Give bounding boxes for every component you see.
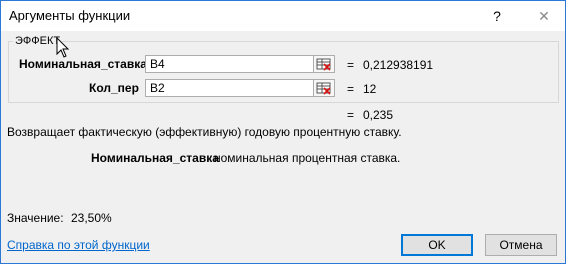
value-display: 23,50%: [71, 211, 112, 225]
arg2-equals: =: [347, 82, 355, 96]
title-bar: Аргументы функции ? ✕: [1, 1, 565, 31]
ok-button[interactable]: OK: [401, 234, 473, 256]
window-title: Аргументы функции: [9, 8, 131, 23]
range-select-icon: [316, 58, 331, 71]
periods-input[interactable]: B2: [145, 79, 315, 97]
nominal-rate-ref-button[interactable]: [313, 55, 335, 73]
result-equals: =: [347, 108, 355, 122]
function-arguments-dialog: Аргументы функции ? ✕ ЭФФЕКТ Номинальная…: [0, 0, 566, 264]
arg-label-nominal-rate: Номинальная_ставка: [19, 57, 147, 71]
nominal-rate-input[interactable]: B4: [145, 55, 315, 73]
value-label: Значение:: [7, 211, 64, 225]
arg1-result: 0,212938191: [363, 58, 434, 72]
close-button[interactable]: ✕: [531, 4, 557, 28]
function-description: Возвращает фактическую (эффективную) год…: [7, 125, 402, 139]
arg1-equals: =: [347, 58, 355, 72]
help-button[interactable]: ?: [485, 4, 509, 28]
close-icon: ✕: [538, 8, 550, 24]
range-select-icon: [316, 82, 331, 95]
periods-ref-button[interactable]: [313, 79, 335, 97]
help-link[interactable]: Справка по этой функции: [7, 238, 150, 252]
arg2-result: 12: [363, 82, 377, 96]
help-icon: ?: [493, 8, 501, 24]
cancel-button[interactable]: Отмена: [485, 234, 557, 256]
arg-description-text: номинальная процентная ставка.: [214, 151, 401, 165]
arg-label-periods: Кол_пер: [89, 81, 139, 95]
formula-result: 0,235: [363, 108, 394, 122]
function-name: ЭФФЕКТ: [13, 35, 63, 47]
arg-description-name: Номинальная_ставка: [91, 151, 219, 165]
mouse-pointer-icon: [56, 37, 70, 58]
